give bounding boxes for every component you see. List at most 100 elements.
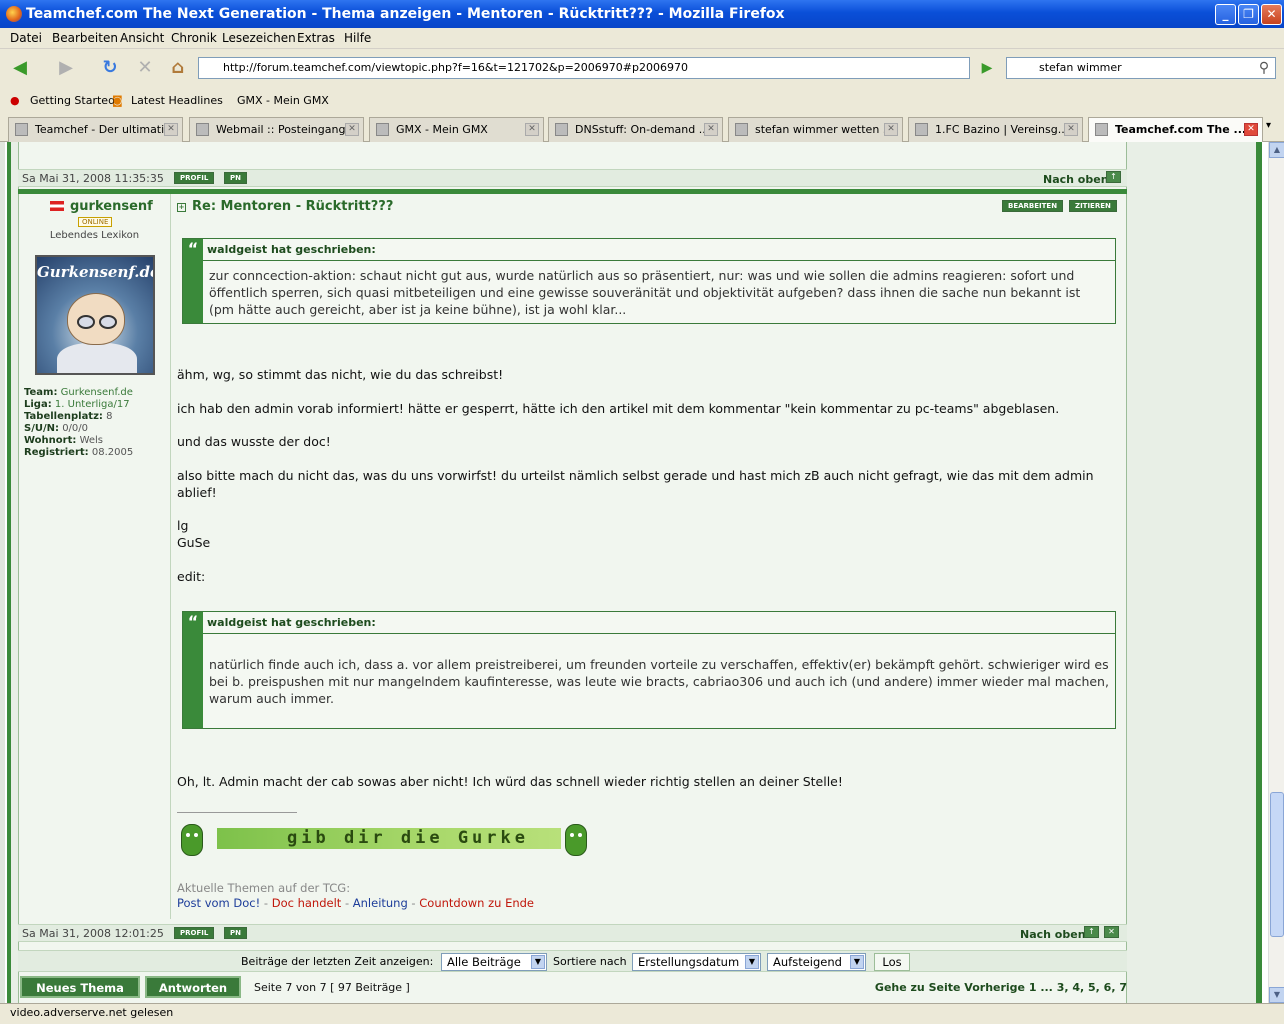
page-icon — [376, 123, 389, 136]
quote-icon: “ — [183, 239, 203, 323]
user-profile: gurkensenf ONLINE Lebendes Lexikon Gurke… — [18, 194, 171, 919]
reply-button[interactable]: Antworten — [145, 976, 241, 998]
post-icon: + — [177, 203, 186, 212]
team-link[interactable]: Gurkensenf.de — [61, 387, 133, 398]
nach-oben-link[interactable]: Nach oben — [1043, 173, 1109, 186]
sig-link-countdown[interactable]: Countdown zu Ende — [419, 896, 534, 910]
bookmarks-toolbar: ● Getting Started ◙ Latest Headlines GMX… — [0, 87, 1284, 114]
tab-teamchef-active[interactable]: Teamchef.com The ... ✕ — [1088, 117, 1263, 143]
tab-google[interactable]: stefan wimmer wetten ... ✕ — [728, 117, 903, 142]
tab-close-icon[interactable]: ✕ — [164, 123, 178, 136]
los-button[interactable]: Los — [874, 953, 910, 971]
bearbeiten-button[interactable]: BEARBEITEN — [1002, 200, 1064, 212]
liga-link[interactable]: 1. Unterliga/17 — [55, 399, 130, 410]
zitieren-button[interactable]: ZITIEREN — [1069, 200, 1117, 212]
tab-bar: Teamchef - Der ultimati... ✕ Webmail :: P… — [0, 114, 1284, 143]
profil-button[interactable]: PROFIL — [174, 927, 215, 939]
up-arrow-icon[interactable]: ↑ — [1084, 926, 1099, 938]
quote-author: waldgeist hat geschrieben: — [203, 239, 1115, 261]
profil-button[interactable]: PROFIL — [174, 172, 215, 184]
scroll-down-icon[interactable]: ▼ — [1269, 987, 1284, 1003]
user-info: Team: Gurkensenf.de Liga: 1. Unterliga/1… — [24, 387, 134, 458]
pickle-icon — [181, 824, 203, 856]
pickle-icon — [565, 824, 587, 856]
reload-icon[interactable]: ↻ — [98, 57, 122, 81]
url-bar[interactable]: http://forum.teamchef.com/viewtopic.php?… — [198, 57, 970, 79]
tab-dnsstuff[interactable]: DNSstuff: On-demand ... ✕ — [548, 117, 723, 142]
firefox-icon — [6, 6, 22, 22]
page-icon — [1095, 123, 1108, 136]
sig-link-anleitung[interactable]: Anleitung — [353, 896, 408, 910]
filter-bar: Beiträge der letzten Zeit anzeigen: Alle… — [18, 950, 1127, 972]
bookmark-latest-headlines[interactable]: Latest Headlines — [131, 94, 223, 107]
pn-button[interactable]: PN — [224, 172, 247, 184]
search-input[interactable]: stefan wimmer — [1006, 57, 1276, 79]
menu-chronik[interactable]: Chronik — [171, 31, 217, 45]
sort-dir-select[interactable]: Aufsteigend ▼ — [767, 953, 866, 971]
back-icon[interactable]: ◀ — [8, 57, 32, 81]
report-icon[interactable]: ✕ — [1104, 926, 1119, 938]
sig-link-post-vom-doc[interactable]: Post vom Doc! — [177, 896, 260, 910]
page-icon — [915, 123, 928, 136]
nach-oben-link[interactable]: Nach oben — [1020, 928, 1086, 941]
tab-list-icon[interactable]: ▾ — [1266, 120, 1271, 131]
tab-webmail[interactable]: Webmail :: Posteingang... ✕ — [189, 117, 364, 142]
new-topic-button[interactable]: Neues Thema — [20, 976, 140, 998]
gurke-banner[interactable]: gib dir die Gurke — [217, 828, 561, 849]
menu-lesezeichen[interactable]: Lesezeichen — [222, 31, 296, 45]
bookmark-gmx[interactable]: GMX - Mein GMX — [237, 94, 329, 107]
home-icon[interactable]: ⌂ — [166, 57, 190, 81]
post-title: + Re: Mentoren - Rücktritt??? — [177, 199, 394, 214]
close-window-button[interactable]: ✕ — [1261, 4, 1282, 25]
up-arrow-icon[interactable]: ↑ — [1106, 171, 1121, 183]
tab-close-icon[interactable]: ✕ — [345, 123, 359, 136]
menu-datei[interactable]: Datei — [10, 31, 42, 45]
page-icon — [15, 123, 28, 136]
minimize-button[interactable]: _ — [1215, 4, 1236, 25]
pagination[interactable]: Gehe zu Seite Vorherige 1 ... 3, 4, 5, 6… — [875, 981, 1127, 994]
tab-close-icon[interactable]: ✕ — [1064, 123, 1078, 136]
tab-close-icon[interactable]: ✕ — [704, 123, 718, 136]
tab-close-icon[interactable]: ✕ — [525, 123, 539, 136]
page-icon — [196, 123, 209, 136]
forward-icon[interactable]: ▶ — [54, 57, 78, 81]
scroll-thumb[interactable] — [1270, 792, 1284, 937]
post-footer: Sa Mai 31, 2008 12:01:25 PROFIL PN Nach … — [18, 924, 1127, 942]
go-icon[interactable]: ▶ — [975, 57, 999, 81]
chevron-down-icon: ▼ — [745, 955, 759, 969]
getting-started-icon: ● — [10, 94, 20, 107]
username[interactable]: gurkensenf — [70, 199, 153, 214]
tab-close-icon[interactable]: ✕ — [1244, 123, 1258, 136]
pn-button[interactable]: PN — [224, 927, 247, 939]
tab-gmx[interactable]: GMX - Mein GMX ✕ — [369, 117, 544, 142]
chevron-down-icon: ▼ — [850, 955, 864, 969]
quote-block: “ waldgeist hat geschrieben: zur conncec… — [182, 238, 1116, 324]
chevron-down-icon: ▼ — [531, 955, 545, 969]
tab-close-icon[interactable]: ✕ — [884, 123, 898, 136]
quote-icon: “ — [183, 612, 203, 728]
tab-teamchef[interactable]: Teamchef - Der ultimati... ✕ — [8, 117, 183, 142]
avatar: Gurkensenf.de — [35, 255, 155, 375]
page-info: Seite 7 von 7 [ 97 Beiträge ] — [254, 981, 410, 994]
menu-bearbeiten[interactable]: Bearbeiten — [52, 31, 118, 45]
menu-extras[interactable]: Extras — [297, 31, 335, 45]
maximize-button[interactable]: ❐ — [1238, 4, 1259, 25]
sig-link-doc-handelt[interactable]: Doc handelt — [272, 896, 342, 910]
search-icon[interactable]: ⚲ — [1252, 57, 1276, 81]
sort-key-select[interactable]: Erstellungsdatum ▼ — [632, 953, 761, 971]
days-select[interactable]: Alle Beiträge ▼ — [441, 953, 547, 971]
vertical-scrollbar[interactable]: ▲ ▼ — [1268, 142, 1284, 1003]
menu-hilfe[interactable]: Hilfe — [344, 31, 371, 45]
rss-icon: ◙ — [112, 94, 123, 107]
tab-bazino[interactable]: 1.FC Bazino | Vereinsg... ✕ — [908, 117, 1083, 142]
window-title: Teamchef.com The Next Generation - Thema… — [26, 6, 785, 22]
bookmark-getting-started[interactable]: Getting Started — [30, 94, 115, 107]
stop-icon[interactable]: ✕ — [133, 57, 157, 81]
menu-bar: Datei Bearbeiten Ansicht Chronik Lesezei… — [0, 28, 1284, 49]
page-icon — [555, 123, 568, 136]
user-rank: Lebendes Lexikon — [49, 230, 140, 241]
status-bar: video.adverserve.net gelesen — [0, 1003, 1284, 1024]
menu-ansicht[interactable]: Ansicht — [120, 31, 164, 45]
austria-flag-icon — [50, 201, 64, 211]
scroll-up-icon[interactable]: ▲ — [1269, 142, 1284, 158]
